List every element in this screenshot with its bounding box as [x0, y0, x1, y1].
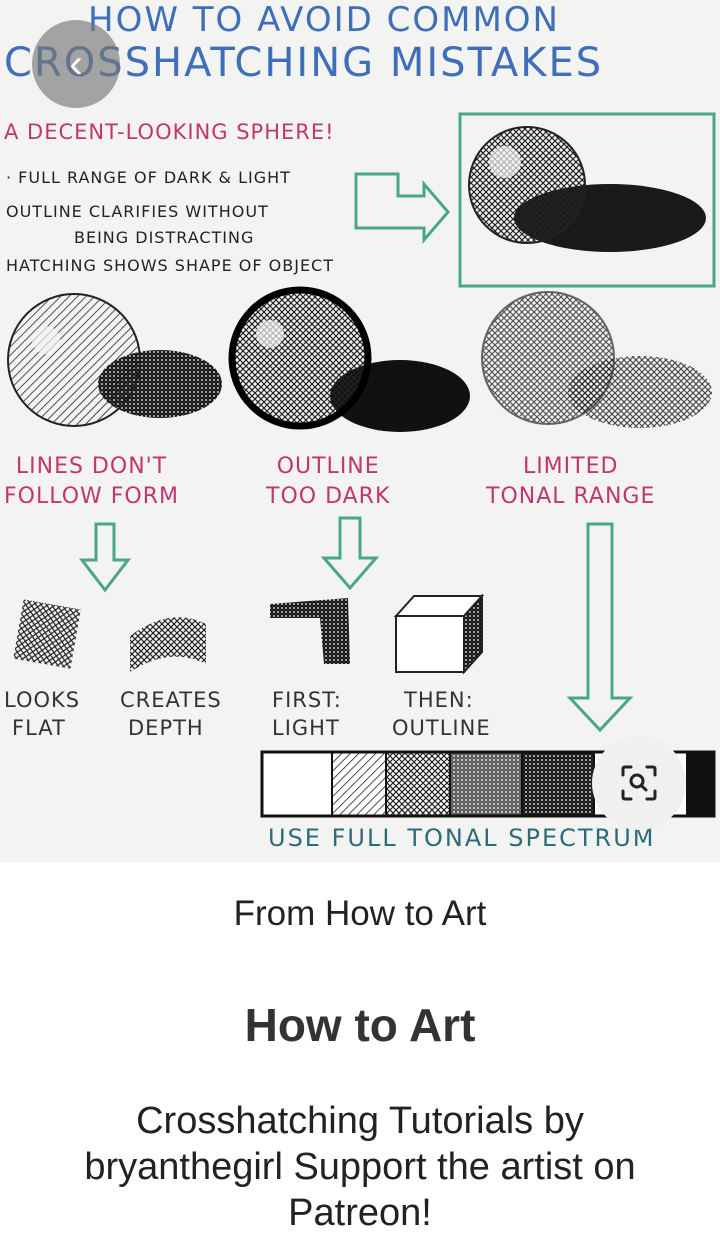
mistake-label: OUTLINE TOO DARK	[266, 452, 390, 512]
lens-search-icon	[621, 765, 657, 801]
pin-image[interactable]: HOW TO AVOID COMMON CROSSHATCHING MISTAK…	[0, 0, 720, 862]
illustration-title-line-1: HOW TO AVOID COMMON	[88, 0, 560, 40]
tip-label: THEN: OUTLINE	[392, 686, 491, 742]
mistake-label: LINES DON'T FOLLOW FORM	[4, 452, 179, 512]
mistake-label-line: LINES DON'T	[15, 454, 168, 479]
mistake-label-line: OUTLINE	[276, 454, 380, 479]
tip-label: CREATES DEPTH	[120, 686, 222, 742]
chevron-left-icon: ‹	[69, 42, 83, 86]
tip-label-line: LIGHT	[272, 716, 340, 740]
tip-label: LOOKS FLAT	[4, 686, 80, 742]
board-title: How to Art	[244, 999, 476, 1051]
back-button[interactable]: ‹	[32, 20, 120, 108]
good-sphere-heading: A DECENT-LOOKING SPHERE!	[4, 120, 335, 144]
pin-description: Crosshatching Tutorials by bryanthegirl …	[84, 1100, 636, 1234]
good-point: OUTLINE CLARIFIES WITHOUT	[6, 202, 269, 221]
mistake-label: LIMITED TONAL RANGE	[486, 452, 655, 512]
tip-label-line: LOOKS	[4, 688, 81, 712]
tip-label-line: CREATES	[120, 688, 222, 712]
mistake-label-line: TONAL RANGE	[486, 484, 656, 509]
good-point: HATCHING SHOWS SHAPE OF OBJECT	[6, 256, 334, 275]
tip-label-line: THEN:	[404, 688, 474, 712]
mistake-label-line: TOO DARK	[266, 484, 391, 509]
good-point: · FULL RANGE OF DARK & LIGHT	[6, 168, 291, 187]
tip-label-line: DEPTH	[128, 716, 204, 740]
tip-label-line: FIRST:	[272, 688, 342, 712]
tip-label-line: FLAT	[12, 716, 66, 740]
good-point: BEING DISTRACTING	[74, 228, 255, 247]
spectrum-label: USE FULL TONAL SPECTRUM	[268, 824, 656, 852]
mistake-label-line: LIMITED	[522, 454, 619, 479]
visual-search-button[interactable]	[592, 736, 686, 830]
mistake-label-line: FOLLOW FORM	[4, 484, 180, 509]
tip-label: FIRST: LIGHT	[272, 686, 342, 742]
tip-label-line: OUTLINE	[392, 716, 491, 740]
pin-source-link[interactable]: From How to Art	[0, 894, 720, 934]
